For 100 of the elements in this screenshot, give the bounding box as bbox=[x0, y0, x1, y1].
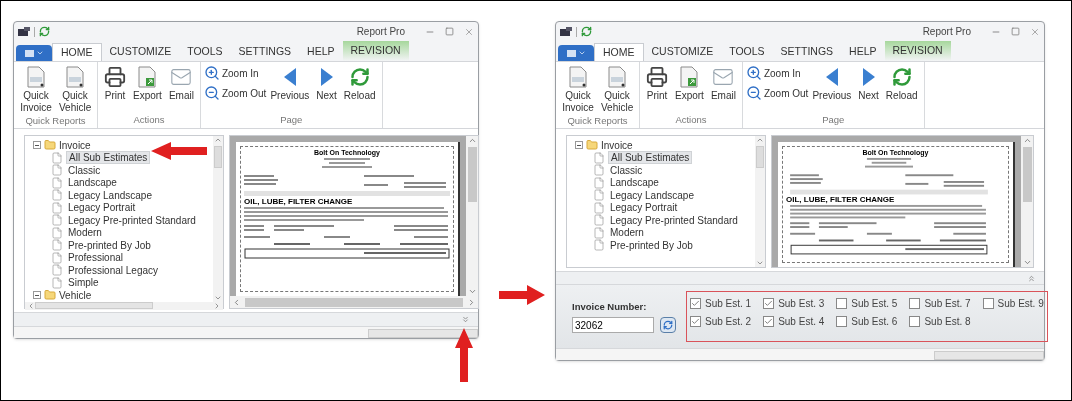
tree-item[interactable]: Modern bbox=[66, 227, 104, 239]
ribbon-button[interactable]: Next bbox=[313, 64, 340, 113]
ribbon-button[interactable]: Quick Invoice bbox=[17, 64, 55, 114]
scroll-down-icon[interactable] bbox=[467, 287, 477, 296]
checkbox[interactable] bbox=[690, 316, 701, 327]
ribbon-button[interactable]: Email bbox=[165, 64, 197, 113]
ribbon-button[interactable]: Quick Vehicle bbox=[598, 64, 636, 114]
scroll-down-icon[interactable] bbox=[1022, 258, 1032, 267]
scroll-up-icon[interactable] bbox=[467, 136, 477, 145]
sub-estimate-checkbox[interactable]: Sub Est. 2 bbox=[690, 314, 752, 329]
ribbon-button[interactable]: Reload bbox=[882, 64, 921, 113]
vertical-scrollbar[interactable] bbox=[466, 136, 478, 296]
scrollbar-thumb[interactable] bbox=[214, 146, 222, 168]
scrollbar-thumb[interactable] bbox=[1022, 147, 1032, 202]
collapse-toggle-icon[interactable] bbox=[33, 291, 41, 300]
close-icon[interactable] bbox=[464, 26, 474, 37]
tree-item[interactable]: Legacy Landscape bbox=[66, 189, 154, 201]
tree-item[interactable]: Simple bbox=[66, 277, 101, 289]
ribbon-button[interactable]: Reload bbox=[340, 64, 379, 113]
tree-item[interactable]: Landscape bbox=[608, 177, 661, 189]
scroll-right-icon[interactable] bbox=[467, 297, 476, 307]
ribbon-button[interactable]: Quick Invoice bbox=[559, 64, 597, 114]
tree-item[interactable]: Landscape bbox=[66, 177, 119, 189]
sub-estimate-checkbox[interactable]: Sub Est. 4 bbox=[763, 314, 825, 329]
ribbon-small-button[interactable]: Zoom Out bbox=[203, 85, 267, 101]
tree-item[interactable]: Legacy Landscape bbox=[608, 189, 696, 201]
scroll-left-icon[interactable] bbox=[232, 297, 241, 307]
collapse-toggle-icon[interactable] bbox=[575, 141, 583, 150]
ribbon-button[interactable]: Previous bbox=[267, 64, 313, 113]
scroll-down-icon[interactable] bbox=[756, 259, 764, 267]
tree-item[interactable]: Professional bbox=[66, 252, 126, 264]
tree-item[interactable]: Modern bbox=[608, 227, 646, 239]
application-menu-button[interactable] bbox=[558, 45, 594, 61]
sub-estimate-checkbox[interactable]: Sub Est. 8 bbox=[909, 314, 971, 329]
collapse-icon[interactable] bbox=[1027, 273, 1036, 283]
checkbox[interactable] bbox=[982, 298, 994, 309]
scroll-up-icon[interactable] bbox=[214, 136, 222, 144]
checkbox[interactable] bbox=[836, 316, 848, 327]
maximize-icon[interactable] bbox=[445, 27, 454, 36]
invoice-number-field[interactable]: 32062 bbox=[572, 317, 654, 334]
tree-item[interactable]: Classic bbox=[608, 164, 645, 176]
maximize-icon[interactable] bbox=[1011, 27, 1020, 36]
tree-item[interactable]: Professional Legacy bbox=[66, 264, 161, 276]
ribbon-tab[interactable]: HELP bbox=[841, 43, 885, 61]
ribbon-button[interactable]: Print bbox=[101, 64, 129, 113]
tree-item[interactable]: All Sub Estimates bbox=[66, 151, 151, 165]
scrollbar-thumb[interactable] bbox=[245, 297, 463, 307]
ribbon-tab[interactable]: CUSTOMIZE bbox=[643, 43, 722, 61]
ribbon-button[interactable]: Quick Vehicle bbox=[56, 64, 94, 114]
tree-item[interactable]: Legacy Pre-printed Standard bbox=[66, 214, 198, 226]
ribbon-button[interactable]: Print bbox=[643, 64, 671, 113]
sub-estimate-checkbox[interactable]: Sub Est. 1 bbox=[690, 296, 752, 311]
ribbon-tab[interactable]: HOME bbox=[594, 43, 644, 61]
tree-item[interactable]: Classic bbox=[66, 164, 103, 176]
expand-icon[interactable] bbox=[461, 315, 470, 324]
tree-item[interactable]: All Sub Estimates bbox=[608, 151, 693, 165]
checkbox[interactable] bbox=[909, 316, 921, 327]
vertical-scrollbar[interactable] bbox=[1021, 136, 1033, 267]
tree-item[interactable]: Legacy Portrait bbox=[66, 202, 138, 214]
scrollbar-thumb[interactable] bbox=[467, 147, 477, 202]
reload-icon[interactable] bbox=[581, 26, 592, 37]
scroll-right-icon[interactable] bbox=[213, 301, 221, 310]
ribbon-tab[interactable]: TOOLS bbox=[179, 43, 231, 61]
checkbox[interactable] bbox=[763, 298, 775, 309]
refresh-button[interactable] bbox=[660, 317, 676, 334]
tree-item[interactable]: Pre-printed By Job bbox=[66, 239, 153, 251]
ribbon-tab[interactable]: HELP bbox=[299, 43, 343, 61]
sub-estimate-checkbox[interactable]: Sub Est. 6 bbox=[836, 314, 898, 329]
reload-icon[interactable] bbox=[39, 26, 50, 37]
ribbon-tab[interactable]: SETTINGS bbox=[772, 43, 842, 61]
ribbon-tab[interactable]: SETTINGS bbox=[230, 43, 300, 61]
ribbon-button[interactable]: Email bbox=[707, 64, 739, 113]
scroll-up-icon[interactable] bbox=[756, 136, 764, 144]
checkbox[interactable] bbox=[763, 316, 775, 327]
vertical-scrollbar[interactable] bbox=[213, 136, 223, 302]
checkbox[interactable] bbox=[836, 298, 848, 309]
scrollbar-thumb[interactable] bbox=[756, 146, 764, 168]
ribbon-button[interactable]: Export bbox=[672, 64, 707, 113]
collapse-toggle-icon[interactable] bbox=[33, 141, 41, 150]
ribbon-button[interactable]: Next bbox=[855, 64, 882, 113]
close-icon[interactable] bbox=[1030, 26, 1040, 37]
ribbon-small-button[interactable]: Zoom In bbox=[745, 65, 809, 81]
vertical-scrollbar[interactable] bbox=[755, 136, 765, 267]
ribbon-small-button[interactable]: Zoom Out bbox=[745, 85, 809, 101]
tree-item[interactable]: Legacy Portrait bbox=[608, 202, 680, 214]
ribbon-tab[interactable]: REVISION bbox=[342, 41, 409, 61]
tree-item[interactable]: Pre-printed By Job bbox=[608, 239, 695, 251]
checkbox[interactable] bbox=[909, 298, 921, 309]
checkbox[interactable] bbox=[690, 298, 701, 309]
tree-item[interactable]: Vehicle bbox=[59, 287, 92, 303]
scrollbar-thumb[interactable] bbox=[35, 302, 153, 309]
sub-estimate-checkbox[interactable]: Sub Est. 9 bbox=[982, 296, 1044, 311]
ribbon-small-button[interactable]: Zoom In bbox=[203, 65, 267, 81]
tree-item[interactable]: Invoice bbox=[601, 137, 633, 153]
horizontal-scrollbar[interactable] bbox=[25, 301, 223, 310]
ribbon-tab[interactable]: HOME bbox=[52, 43, 102, 61]
ribbon-tab[interactable]: CUSTOMIZE bbox=[101, 43, 180, 61]
sub-estimate-checkbox[interactable]: Sub Est. 5 bbox=[836, 296, 898, 311]
ribbon-tab[interactable]: TOOLS bbox=[721, 43, 773, 61]
ribbon-button[interactable]: Export bbox=[130, 64, 165, 113]
